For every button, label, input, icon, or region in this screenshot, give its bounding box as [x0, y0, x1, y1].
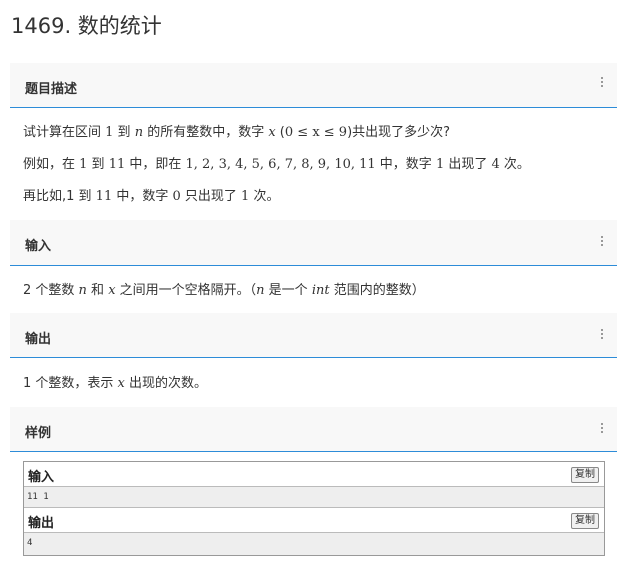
- sample-input-body: 11 1: [24, 487, 604, 508]
- kebab-menu-icon[interactable]: [601, 423, 604, 435]
- sample-output-header: 输出 复制: [24, 508, 604, 533]
- sample-box: 输入 复制 11 1 输出 复制 4: [23, 461, 605, 556]
- sample-input-header: 输入 复制: [24, 462, 604, 487]
- section-title-sample: 样例: [25, 426, 52, 441]
- sample-output-body: 4: [24, 533, 604, 555]
- section-header-output: 输出: [10, 313, 617, 358]
- description-paragraph-2: 例如，在 1 到 11 中，即在 1, 2, 3, 4, 5, 6, 7, 8,…: [23, 157, 530, 172]
- sample-input-value: 11 1: [27, 492, 49, 502]
- section-title-output: 输出: [25, 332, 52, 347]
- copy-output-button[interactable]: 复制: [571, 513, 599, 529]
- section-header-description: 题目描述: [10, 63, 617, 108]
- output-paragraph: 1 个整数，表示 x 出现的次数。: [23, 376, 208, 391]
- input-paragraph: 2 个整数 n 和 x 之间用一个空格隔开。（n 是一个 int 范围内的整数）: [23, 283, 425, 298]
- section-header-sample: 样例: [10, 407, 617, 452]
- sample-output-value: 4: [27, 538, 33, 548]
- sample-output-label: 输出: [28, 516, 55, 531]
- section-header-input: 输入: [10, 220, 617, 266]
- section-title-input: 输入: [25, 239, 52, 254]
- kebab-menu-icon[interactable]: [601, 236, 604, 248]
- page-title: 1469. 数的统计: [11, 14, 162, 38]
- section-title-description: 题目描述: [25, 82, 78, 97]
- copy-input-button[interactable]: 复制: [571, 467, 599, 483]
- description-paragraph-3: 再比如,1 到 11 中，数字 0 只出现了 1 次。: [23, 189, 280, 204]
- description-paragraph-1: 试计算在区间 1 到 n 的所有整数中，数字 x (0 ≤ x ≤ 9)共出现了…: [23, 125, 451, 140]
- kebab-menu-icon[interactable]: [601, 77, 604, 89]
- sample-input-label: 输入: [28, 470, 55, 485]
- kebab-menu-icon[interactable]: [601, 329, 604, 341]
